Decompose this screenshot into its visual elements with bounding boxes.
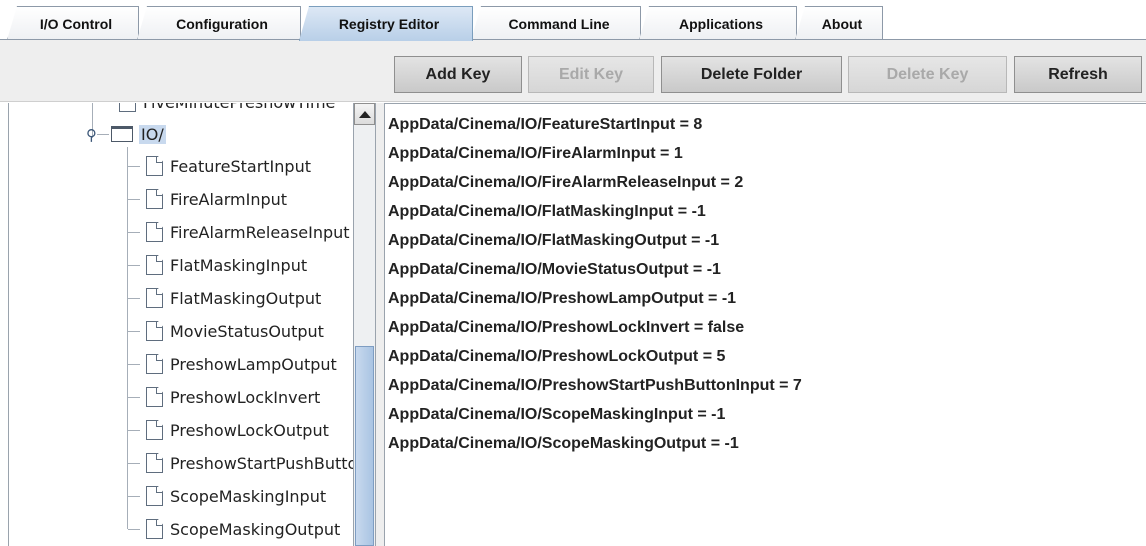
tree-key-item[interactable]: FireAlarmInput xyxy=(146,185,287,213)
document-icon xyxy=(146,486,163,506)
tree-guide-line xyxy=(128,298,140,299)
tab-configuration[interactable]: Configuration xyxy=(137,6,301,40)
tree-guide-line xyxy=(128,199,140,200)
tree-guide-line xyxy=(128,496,140,497)
tree-key-label: FeatureStartInput xyxy=(170,156,311,176)
tree-guide-line xyxy=(128,232,140,233)
arrow-up-icon xyxy=(358,110,371,118)
registry-entry[interactable]: AppData/Cinema/IO/PreshowLampOutput = -1 xyxy=(388,290,736,308)
document-icon xyxy=(146,420,163,440)
tree-key-label: ScopeMaskingInput xyxy=(170,486,327,506)
tree-key-label: PreshowLockInvert xyxy=(170,387,321,407)
scroll-thumb[interactable] xyxy=(355,346,374,546)
tree-guide-line xyxy=(128,463,140,464)
tree-key-item[interactable]: MovieStatusOutput xyxy=(146,317,324,345)
tree-key-item[interactable]: FlatMaskingInput xyxy=(146,251,307,279)
document-icon xyxy=(146,321,163,341)
registry-entry[interactable]: AppData/Cinema/IO/FlatMaskingOutput = -1 xyxy=(388,232,719,250)
tree-key-label: FlatMaskingOutput xyxy=(170,288,322,308)
document-icon xyxy=(146,387,163,407)
tab-registry-editor[interactable]: Registry Editor xyxy=(299,6,473,41)
registry-tree: FiveMinutePreshowTime ⚲ IO/ FeatureStart… xyxy=(8,103,376,546)
tab-bar: I/O Control Configuration Registry Edito… xyxy=(0,0,1146,41)
tree-key-item[interactable]: FlatMaskingOutput xyxy=(146,284,321,312)
document-icon xyxy=(146,354,163,374)
tree-guide-line xyxy=(128,529,140,530)
tree-key-label: FlatMaskingInput xyxy=(170,255,308,275)
tab-applications[interactable]: Applications xyxy=(639,6,797,40)
folder-icon xyxy=(111,126,133,142)
toolbar: Add Key Edit Key Delete Folder Delete Ke… xyxy=(0,40,1146,102)
tree-guide-line xyxy=(128,364,140,365)
tab-command-line[interactable]: Command Line xyxy=(471,6,641,40)
tree-scrollbar[interactable] xyxy=(353,103,376,546)
registry-entry[interactable]: AppData/Cinema/IO/FlatMaskingInput = -1 xyxy=(388,203,706,221)
tab-io-control[interactable]: I/O Control xyxy=(7,6,139,40)
tree-folder-io[interactable]: IO/ xyxy=(111,120,166,148)
registry-entry[interactable]: AppData/Cinema/IO/FeatureStartInput = 8 xyxy=(388,116,702,134)
tree-key-item[interactable]: ScopeMaskingOutput xyxy=(146,515,340,543)
tree-guide-line xyxy=(127,147,128,529)
document-icon xyxy=(146,288,163,308)
registry-entry[interactable]: AppData/Cinema/IO/PreshowLockInvert = fa… xyxy=(388,319,744,337)
tree-guide-line xyxy=(128,331,140,332)
tree-key-label: FireAlarmInput xyxy=(170,189,288,209)
tree-key-item[interactable]: PreshowLampOutput xyxy=(146,350,337,378)
add-key-button[interactable]: Add Key xyxy=(394,56,522,93)
refresh-button[interactable]: Refresh xyxy=(1014,56,1142,93)
tree-key-item[interactable]: FireAlarmReleaseInput xyxy=(146,218,350,246)
registry-values-list: AppData/Cinema/IO/FeatureStartInput = 8 A… xyxy=(384,103,1146,546)
tree-key-label: PreshowStartPushButtonInput xyxy=(170,453,376,473)
document-icon xyxy=(146,156,163,176)
tree-key-label: FireAlarmReleaseInput xyxy=(170,222,350,242)
tree-key-label: PreshowLockOutput xyxy=(170,420,329,440)
tree-key-item[interactable]: ScopeMaskingInput xyxy=(146,482,326,510)
registry-entry[interactable]: AppData/Cinema/IO/MovieStatusOutput = -1 xyxy=(388,261,721,279)
scroll-up-button[interactable] xyxy=(354,103,375,125)
tree-key-item[interactable]: PreshowLockInvert xyxy=(146,383,320,411)
document-icon xyxy=(146,189,163,209)
split-divider[interactable] xyxy=(376,103,384,546)
tree-item-partial[interactable]: FiveMinutePreshowTime xyxy=(119,103,335,116)
registry-entry[interactable]: AppData/Cinema/IO/FireAlarmReleaseInput … xyxy=(388,174,743,192)
tree-guide-line xyxy=(97,134,109,135)
document-icon xyxy=(119,103,136,112)
tree-folder-label: IO/ xyxy=(139,124,166,144)
tab-about[interactable]: About xyxy=(795,6,883,40)
tree-guide-line xyxy=(128,397,140,398)
tree-key-item[interactable]: PreshowStartPushButtonInput xyxy=(146,449,376,477)
tree-guide-line xyxy=(128,430,140,431)
tree-key-label: PreshowLampOutput xyxy=(170,354,337,374)
tree-key-item[interactable]: PreshowLockOutput xyxy=(146,416,329,444)
registry-entry[interactable]: AppData/Cinema/IO/ScopeMaskingInput = -1 xyxy=(388,406,725,424)
tree-key-item[interactable]: FeatureStartInput xyxy=(146,152,311,180)
delete-folder-button[interactable]: Delete Folder xyxy=(661,56,842,93)
tree-key-label: MovieStatusOutput xyxy=(170,321,324,341)
document-icon xyxy=(146,255,163,275)
document-icon xyxy=(146,519,163,539)
tree-guide-line xyxy=(128,166,140,167)
document-icon xyxy=(146,222,163,242)
registry-entry[interactable]: AppData/Cinema/IO/PreshowStartPushButton… xyxy=(388,377,802,395)
tree-guide-line xyxy=(128,265,140,266)
tree-key-label: ScopeMaskingOutput xyxy=(170,519,341,539)
delete-key-button[interactable]: Delete Key xyxy=(848,56,1007,93)
registry-entry[interactable]: AppData/Cinema/IO/FireAlarmInput = 1 xyxy=(388,145,683,163)
document-icon xyxy=(146,453,163,473)
tree-item-label: FiveMinutePreshowTime xyxy=(143,103,335,112)
registry-entry[interactable]: AppData/Cinema/IO/PreshowLockOutput = 5 xyxy=(388,348,725,366)
registry-entry[interactable]: AppData/Cinema/IO/ScopeMaskingOutput = -… xyxy=(388,435,739,453)
expand-handle-icon[interactable]: ⚲ xyxy=(86,126,97,144)
edit-key-button[interactable]: Edit Key xyxy=(528,56,654,93)
